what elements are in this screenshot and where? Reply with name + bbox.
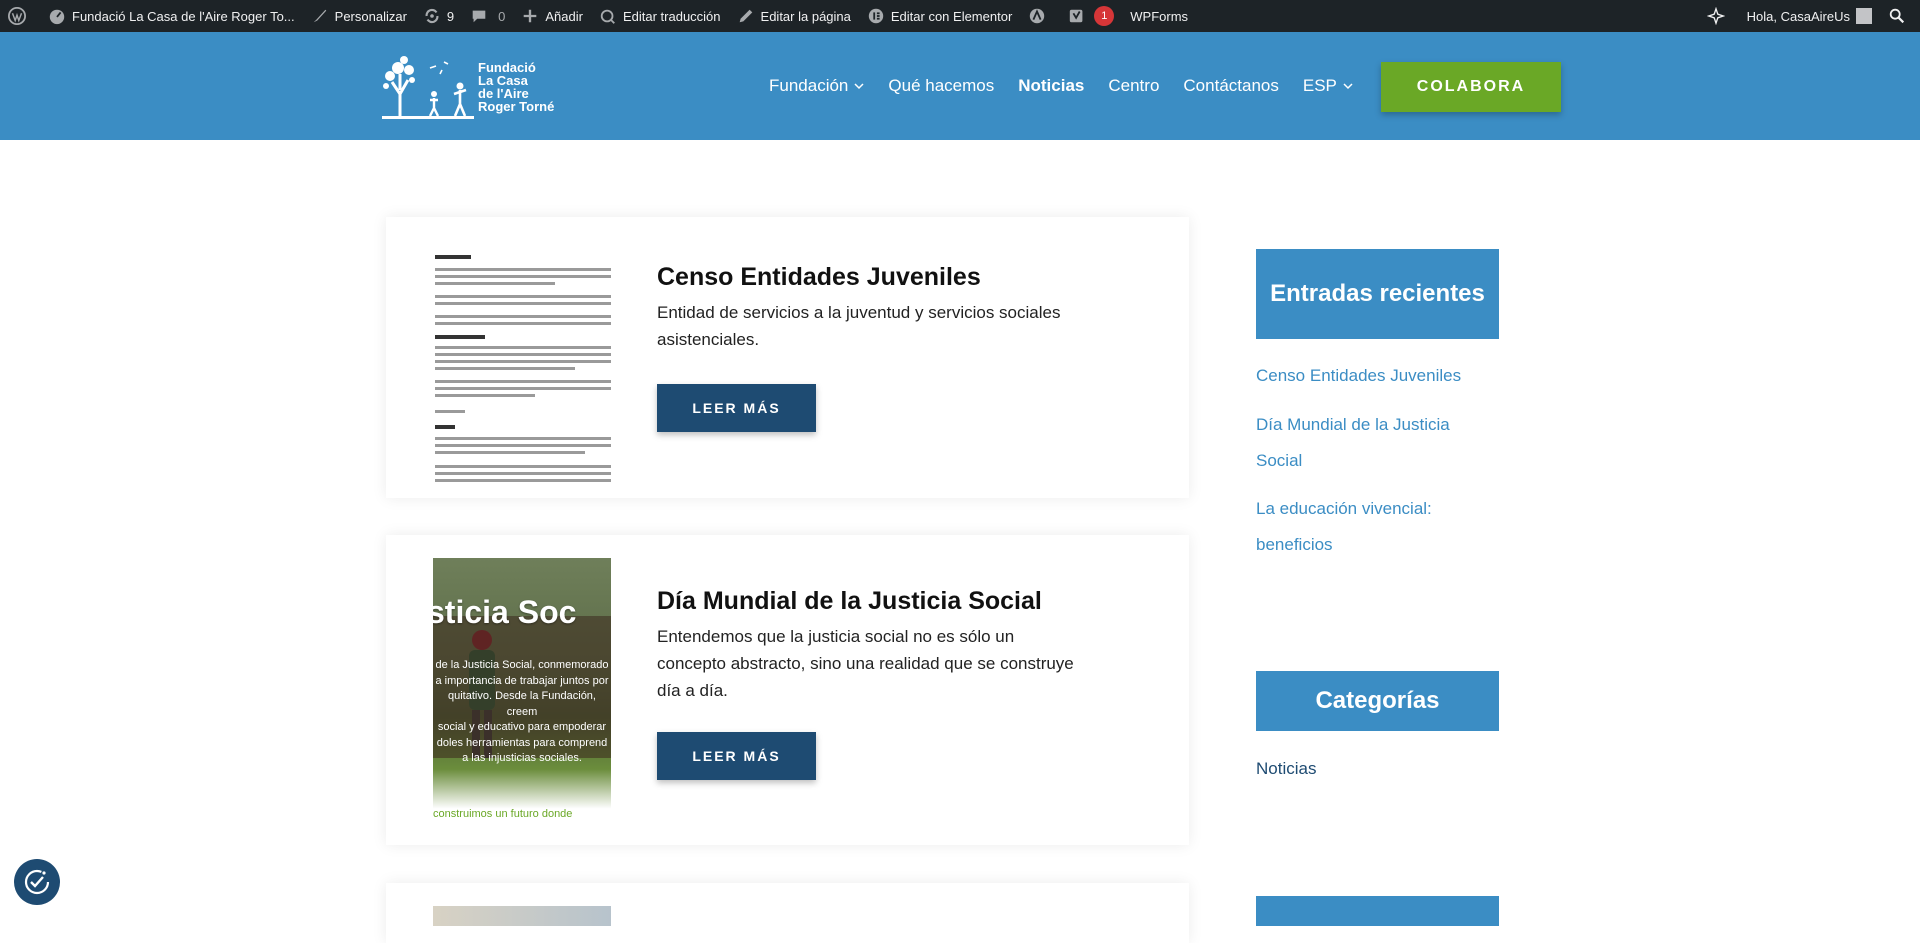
site-logo[interactable]: Fundació La Casa de l'Aire Roger Torné xyxy=(382,54,572,120)
photo-caption-line: a importancia de trabajar juntos por xyxy=(435,674,609,687)
nav-item-centro[interactable]: Centro xyxy=(1096,76,1171,96)
photo-caption-line: doles herramientas para comprend xyxy=(436,736,608,749)
account-menu[interactable]: Hola, CasaAireUs xyxy=(1739,0,1880,32)
nav-item-noticias[interactable]: Noticias xyxy=(1006,76,1096,96)
edit-translation-label: Editar traducción xyxy=(622,8,721,24)
nav-label: Contáctanos xyxy=(1183,76,1279,95)
nav-item-contactanos[interactable]: Contáctanos xyxy=(1171,76,1290,96)
pencil-icon xyxy=(737,7,755,25)
refresh-icon xyxy=(423,7,441,25)
edit-elementor-label: Editar con Elementor xyxy=(890,8,1013,24)
site-header: Fundació La Casa de l'Aire Roger Torné F… xyxy=(0,32,1920,140)
accessibility-icon xyxy=(24,869,50,895)
seo-menu[interactable]: 1 xyxy=(1060,0,1122,32)
read-more-button[interactable]: LEER MÁS xyxy=(657,732,816,780)
post-excerpt: Entendemos que la justicia social no es … xyxy=(657,627,1074,700)
seo-notification-badge: 1 xyxy=(1094,6,1115,26)
wp-logo-menu[interactable] xyxy=(0,0,40,32)
nav-label: Fundación xyxy=(769,76,849,95)
edit-elementor-link[interactable]: Editar con Elementor xyxy=(859,0,1020,32)
avatar xyxy=(1856,8,1872,24)
plus-icon xyxy=(521,7,539,25)
updates-link[interactable]: 9 xyxy=(415,0,462,32)
wp-admin-bar: Fundació La Casa de l'Aire Roger To... P… xyxy=(0,0,1920,32)
comments-count: 0 xyxy=(498,8,506,24)
photo-caption-line: quitativo. Desde la Fundación, creem xyxy=(448,690,596,718)
add-new-label: Añadir xyxy=(545,8,583,24)
chevron-down-icon xyxy=(1343,83,1353,90)
post-thumbnail-document[interactable] xyxy=(433,235,611,489)
plugin-a-icon xyxy=(1028,7,1046,25)
photo-footer-text: construimos un futuro donde xyxy=(433,808,573,820)
post-thumbnail[interactable] xyxy=(433,906,611,926)
edit-translation-link[interactable]: Editar traducción xyxy=(591,0,729,32)
updates-count: 9 xyxy=(446,8,455,24)
read-more-button[interactable]: LEER MÁS xyxy=(657,384,816,432)
nav-label: Noticias xyxy=(1018,76,1085,95)
nav-label: Centro xyxy=(1108,76,1160,95)
photo-caption-line: a las injusticias sociales. xyxy=(462,752,582,764)
add-new-menu[interactable]: Añadir xyxy=(513,0,591,32)
post-card: sticia Soc de la Justicia Social, conmem… xyxy=(386,535,1189,845)
wpforms-menu[interactable]: WPForms xyxy=(1122,0,1196,32)
recent-posts-title: Entradas recientes xyxy=(1256,249,1499,339)
site-title: Fundació La Casa de l'Aire Roger To... xyxy=(72,8,295,24)
customize-label: Personalizar xyxy=(334,8,407,24)
logo-line: Roger Torné xyxy=(478,99,555,114)
greeting-label: Hola, CasaAireUs xyxy=(1746,8,1850,24)
photo-heading-text: sticia Soc xyxy=(433,594,577,630)
accessibility-button[interactable] xyxy=(14,859,60,905)
archive-widget-title-partial xyxy=(1256,896,1499,926)
search-button[interactable] xyxy=(1880,0,1920,32)
photo-caption-line: social y educativo para empoderar xyxy=(437,721,607,733)
recent-post-link[interactable]: Día Mundial de la Justicia Social xyxy=(1256,407,1499,479)
search-icon xyxy=(1888,7,1906,25)
category-link[interactable]: Noticias xyxy=(1256,759,1316,779)
post-card xyxy=(386,883,1189,943)
nav-label: Qué hacemos xyxy=(888,76,995,95)
main-nav: Fundación Qué hacemos Noticias Centro Co… xyxy=(757,32,1365,140)
photo-caption-line: de la Justicia Social, conmemorado xyxy=(435,659,609,671)
elementor-icon xyxy=(867,7,885,25)
colabora-button[interactable]: COLABORA xyxy=(1381,62,1561,112)
chevron-down-icon xyxy=(854,83,864,90)
post-title[interactable]: Censo Entidades Juveniles xyxy=(657,263,981,292)
ai-plugin-link[interactable] xyxy=(1020,0,1060,32)
customize-link[interactable]: Personalizar xyxy=(303,0,415,32)
wpforms-label: WPForms xyxy=(1130,8,1189,24)
recent-post-link[interactable]: La educación vivencial: beneficios xyxy=(1256,491,1499,563)
categories-title: Categorías xyxy=(1256,671,1499,731)
photo-caption: de la Justicia Social, conmemorado a imp… xyxy=(433,658,611,767)
post-card: Censo Entidades Juveniles Entidad de ser… xyxy=(386,217,1189,498)
post-excerpt: Entidad de servicios a la juventud y ser… xyxy=(657,303,1061,349)
ai-assistant-button[interactable] xyxy=(1699,0,1739,32)
tree-children-logo-icon xyxy=(382,56,474,119)
logo-wordmark: Fundació La Casa de l'Aire Roger Torné xyxy=(478,61,554,113)
site-name-menu[interactable]: Fundació La Casa de l'Aire Roger To... xyxy=(40,0,303,32)
post-thumbnail-photo[interactable]: sticia Soc de la Justicia Social, conmem… xyxy=(433,558,611,822)
yoast-icon xyxy=(1068,7,1086,25)
nav-item-language[interactable]: ESP xyxy=(1291,76,1365,96)
edit-page-link[interactable]: Editar la página xyxy=(729,0,859,32)
comment-icon xyxy=(470,7,488,25)
dashboard-icon xyxy=(48,7,66,25)
nav-item-fundacion[interactable]: Fundación xyxy=(757,76,876,96)
comments-link[interactable]: 0 xyxy=(462,0,513,32)
wordpress-icon xyxy=(8,7,26,25)
nav-label: ESP xyxy=(1302,76,1337,95)
edit-page-label: Editar la página xyxy=(760,8,851,24)
brush-icon xyxy=(311,7,329,25)
translate-icon xyxy=(599,7,617,25)
nav-item-que-hacemos[interactable]: Qué hacemos xyxy=(876,76,1006,96)
recent-post-link[interactable]: Censo Entidades Juveniles xyxy=(1256,358,1499,394)
sparkle-icon xyxy=(1706,7,1725,25)
post-title[interactable]: Día Mundial de la Justicia Social xyxy=(657,587,1042,616)
